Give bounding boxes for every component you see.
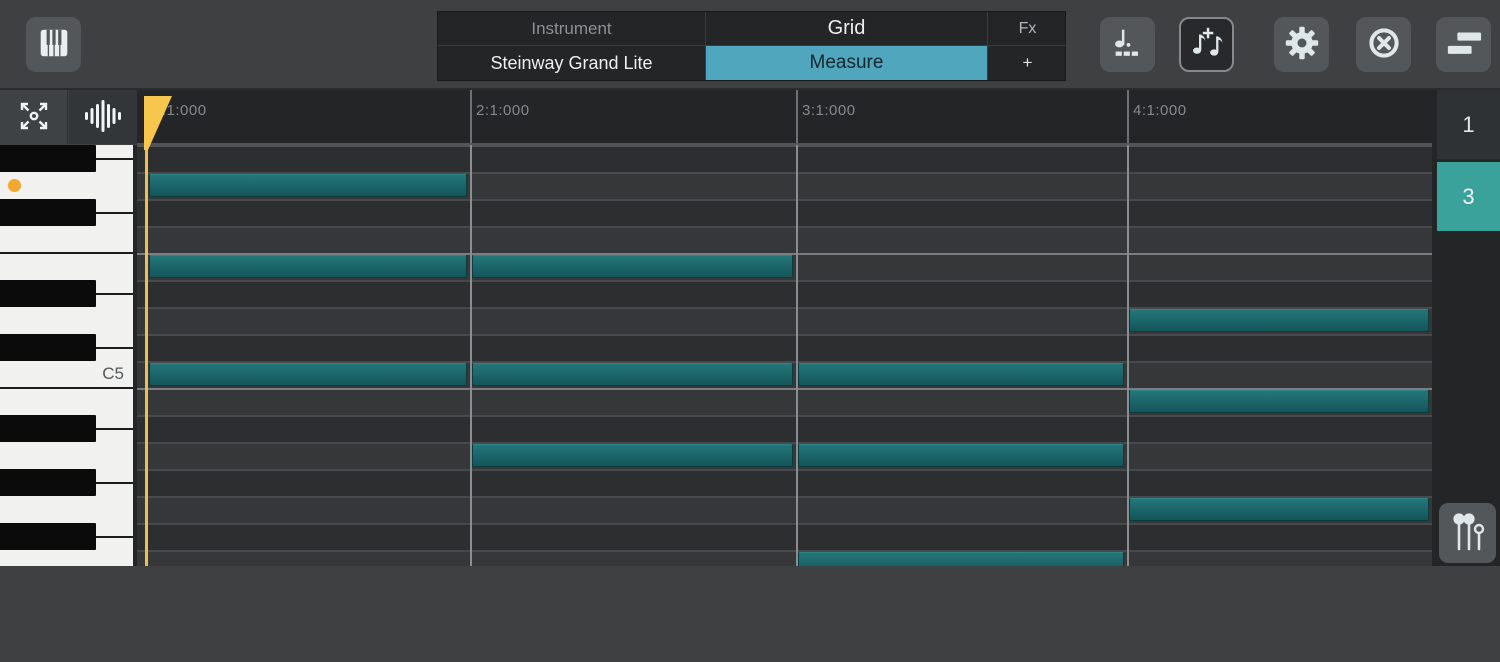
grid-row-D#5[interactable] <box>137 280 1432 307</box>
grid-row-F#4[interactable] <box>137 523 1432 550</box>
midi-note-C5-m1[interactable] <box>149 363 467 386</box>
fx-add-button[interactable]: + <box>988 46 1067 80</box>
black-key-F#5[interactable] <box>0 199 96 226</box>
note-add-icon <box>1188 24 1226 65</box>
timeline-marker: 3:1:000 <box>802 102 856 119</box>
grid-row-F#5[interactable] <box>137 199 1432 226</box>
measure-line <box>796 145 798 566</box>
midi-note-G4-m4[interactable] <box>1129 498 1429 521</box>
waveform-view-button[interactable] <box>69 90 137 144</box>
white-key-boundary <box>0 252 137 254</box>
white-key-boundary <box>0 387 137 389</box>
timeline-ruler[interactable]: 1:1:0002:1:0003:1:0004:1:000 <box>137 90 1432 145</box>
black-key-G#5[interactable] <box>0 145 96 172</box>
measure-line <box>470 145 472 566</box>
measure-tick-line <box>796 90 798 145</box>
black-key-F#4[interactable] <box>0 523 96 550</box>
grid-row-G#4[interactable] <box>137 469 1432 496</box>
active-key-indicator <box>8 179 21 192</box>
daw-piano-roll-app: Instrument Grid Fx Steinway Grand Lite M… <box>0 0 1500 662</box>
white-key-boundary <box>96 158 137 160</box>
piano-keyboard[interactable]: C5 <box>0 145 137 566</box>
midi-note-A4-m3[interactable] <box>798 444 1124 467</box>
midi-note-E5-m2[interactable] <box>472 255 793 278</box>
close-icon <box>1366 25 1402 64</box>
bottom-bar: 1:1:000 <box>0 566 1500 662</box>
black-key-A#4[interactable] <box>0 415 96 442</box>
waveform-icon <box>81 96 125 139</box>
grid-resolution-value[interactable]: Measure <box>706 46 988 80</box>
midi-note-E5-m1[interactable] <box>149 255 467 278</box>
settings-gear-icon <box>1284 25 1320 64</box>
expand-arrows-icon <box>14 96 54 139</box>
grid-row-F4[interactable] <box>137 550 1432 566</box>
fader-pins-icon <box>1447 509 1489 558</box>
midi-note-G5-m1[interactable] <box>149 174 467 197</box>
expand-view-button[interactable] <box>0 90 68 144</box>
white-key-boundary <box>96 428 137 430</box>
note-add-button[interactable] <box>1179 17 1234 72</box>
part-cell-3[interactable]: 3 <box>1437 162 1500 231</box>
midi-note-F4-m3[interactable] <box>798 552 1124 566</box>
quantize-icon <box>1109 24 1147 65</box>
close-editor-button[interactable] <box>1356 17 1411 72</box>
black-key-G#4[interactable] <box>0 469 96 496</box>
instrument-grid-fx-panel: Instrument Grid Fx Steinway Grand Lite M… <box>437 11 1066 81</box>
note-grid[interactable] <box>137 145 1432 566</box>
keyboard-panel-button[interactable] <box>26 17 81 72</box>
tab-fx[interactable]: Fx <box>988 12 1067 46</box>
instrument-value[interactable]: Steinway Grand Lite <box>438 46 706 80</box>
tracks-icon <box>1445 24 1483 65</box>
key-label-C5: C5 <box>84 361 124 387</box>
white-key-boundary <box>96 347 137 349</box>
tab-instrument[interactable]: Instrument <box>438 12 706 46</box>
playhead-marker[interactable] <box>144 96 174 155</box>
playhead-line <box>145 96 148 566</box>
measure-tick-line <box>470 90 472 145</box>
midi-note-B4-m4[interactable] <box>1129 390 1429 413</box>
grid-row-C#5[interactable] <box>137 334 1432 361</box>
white-key-boundary <box>96 212 137 214</box>
white-key-boundary <box>96 293 137 295</box>
midi-note-D5-m4[interactable] <box>1129 309 1429 332</box>
black-key-D#5[interactable] <box>0 280 96 307</box>
midi-note-C5-m2[interactable] <box>472 363 793 386</box>
black-key-C#5[interactable] <box>0 334 96 361</box>
tracks-view-button[interactable] <box>1436 17 1491 72</box>
measure-tick-line <box>1127 90 1129 145</box>
part-cell-1[interactable]: 1 <box>1437 90 1500 159</box>
settings-button[interactable] <box>1274 17 1329 72</box>
midi-note-C5-m3[interactable] <box>798 363 1124 386</box>
midi-note-A4-m2[interactable] <box>472 444 793 467</box>
top-bar: Instrument Grid Fx Steinway Grand Lite M… <box>0 0 1500 90</box>
piano-keyboard-icon <box>35 24 73 65</box>
white-key-boundary <box>96 536 137 538</box>
channel-settings-button[interactable] <box>1439 503 1496 563</box>
white-key-boundary <box>96 482 137 484</box>
grid-row-A#4[interactable] <box>137 415 1432 442</box>
grid-row-F5[interactable] <box>137 226 1432 253</box>
quantize-button[interactable] <box>1100 17 1155 72</box>
timeline-marker: 2:1:000 <box>476 102 530 119</box>
timeline-marker: 4:1:000 <box>1133 102 1187 119</box>
grid-row-G#5[interactable] <box>137 145 1432 172</box>
part-selector-sidebar: 13 <box>1432 90 1500 566</box>
tab-grid[interactable]: Grid <box>706 12 988 46</box>
